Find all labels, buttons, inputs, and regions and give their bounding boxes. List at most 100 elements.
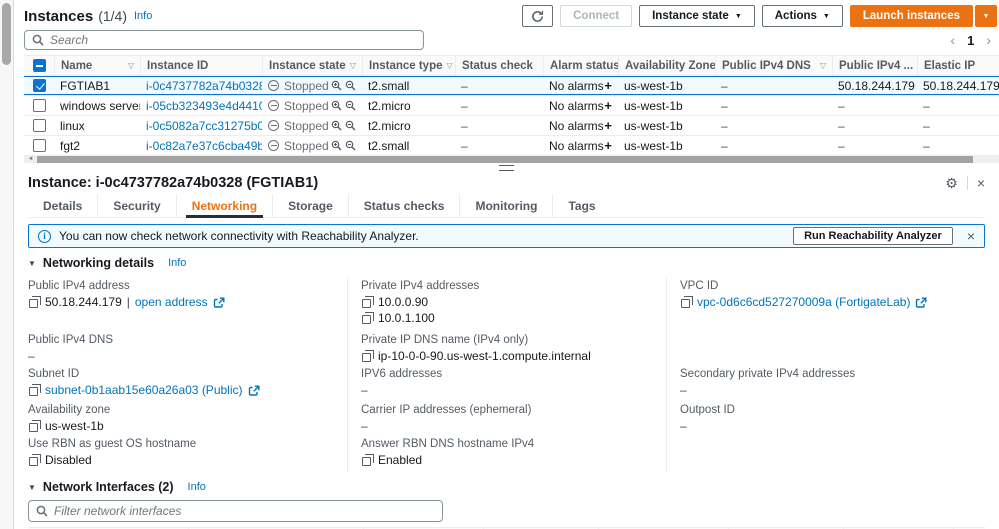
search-input[interactable]: [50, 33, 416, 47]
copy-icon[interactable]: [681, 299, 690, 308]
left-scrollbar[interactable]: [0, 0, 14, 529]
col-instance-id[interactable]: Instance ID: [140, 56, 262, 75]
public-ipv4: –: [832, 99, 917, 113]
instance-state-button[interactable]: Instance state ▼: [639, 5, 755, 27]
zoom-in-icon[interactable]: [331, 80, 342, 91]
field-carrier-ip-addresses: Carrier IP addresses (ephemeral) –: [347, 402, 666, 436]
sort-icon[interactable]: ▽: [816, 61, 826, 70]
actions-button[interactable]: Actions ▼: [762, 5, 843, 27]
instance-id-link[interactable]: i-0c5082a7cc31275b0: [146, 119, 262, 133]
info-link[interactable]: Info: [134, 10, 152, 22]
col-status-check[interactable]: Status check: [455, 56, 543, 75]
connect-button[interactable]: Connect: [560, 5, 632, 27]
col-public-ipv4-dns[interactable]: Public IPv4 DNS▽: [715, 56, 832, 75]
banner-text: You can now check network connectivity w…: [59, 229, 419, 243]
launch-instances-split-caret[interactable]: ▼: [975, 5, 997, 27]
zoom-in-icon[interactable]: [331, 100, 342, 111]
gear-icon[interactable]: ⚙: [945, 176, 958, 190]
next-page-icon[interactable]: ›: [986, 32, 991, 48]
zoom-out-icon[interactable]: [345, 80, 356, 91]
pagination: ‹ 1 ›: [950, 32, 991, 48]
sort-icon[interactable]: ▽: [443, 61, 453, 70]
copy-icon[interactable]: [362, 457, 371, 466]
table-row[interactable]: fgt2 i-0c82a7e37c6cba49b Stopped t2.smal…: [24, 136, 999, 156]
instance-detail-pane: Instance: i-0c4737782a74b0328 (FGTIAB1) …: [14, 172, 999, 529]
copy-icon[interactable]: [29, 457, 38, 466]
row-checkbox[interactable]: [33, 119, 46, 132]
subnet-link[interactable]: subnet-0b1aab15e60a26a03 (Public): [45, 383, 243, 398]
col-public-ipv4[interactable]: Public IPv4 ...▽: [832, 56, 917, 75]
open-address-link[interactable]: open address: [135, 295, 208, 310]
col-name[interactable]: Name▽: [54, 56, 140, 75]
hscroll-thumb[interactable]: [37, 156, 973, 163]
field-empty: [666, 436, 985, 472]
hscroll-left-arrow-icon[interactable]: ◄: [24, 156, 37, 163]
col-alarm-status[interactable]: Alarm status: [543, 56, 618, 75]
add-alarm-icon[interactable]: +: [604, 118, 612, 133]
left-scrollbar-thumb[interactable]: [2, 3, 11, 65]
horizontal-scrollbar[interactable]: ◄: [24, 156, 999, 163]
table-row[interactable]: windows server i-05cb323493e4d4410 Stopp…: [24, 96, 999, 116]
col-instance-type[interactable]: Instance type▽: [362, 56, 455, 75]
networking-details-header[interactable]: ▼ Networking details Info: [28, 256, 985, 270]
select-all-checkbox[interactable]: [33, 59, 46, 72]
col-elastic-ip[interactable]: Elastic IP: [917, 56, 999, 75]
page-title: Instances: [24, 8, 93, 25]
add-alarm-icon[interactable]: +: [604, 98, 612, 113]
instance-id-link[interactable]: i-05cb323493e4d4410: [146, 99, 262, 113]
collapse-icon[interactable]: ▼: [28, 483, 36, 492]
col-instance-state[interactable]: Instance state▽: [262, 56, 362, 75]
col-status-check-label: Status check: [462, 60, 533, 72]
copy-icon[interactable]: [29, 299, 38, 308]
banner-close-icon[interactable]: ×: [967, 229, 975, 243]
row-checkbox[interactable]: [33, 139, 46, 152]
copy-icon[interactable]: [362, 353, 371, 362]
zoom-in-icon[interactable]: [331, 140, 342, 151]
add-alarm-icon[interactable]: +: [604, 78, 612, 93]
col-availability-zone[interactable]: Availability Zone▽: [618, 56, 715, 75]
tab-tags[interactable]: Tags: [552, 194, 610, 217]
field-value: –: [361, 383, 656, 398]
launch-instances-button[interactable]: Launch instances: [850, 5, 973, 27]
stopped-icon: [268, 140, 279, 151]
tab-details[interactable]: Details: [28, 194, 97, 217]
tab-security[interactable]: Security: [97, 194, 175, 217]
network-interfaces-header[interactable]: ▼ Network Interfaces (2) Info: [28, 480, 985, 494]
filter-network-interfaces-input[interactable]: [54, 504, 435, 518]
copy-icon[interactable]: [362, 315, 371, 324]
tab-status-checks[interactable]: Status checks: [348, 194, 460, 217]
sort-icon[interactable]: ▽: [124, 61, 134, 70]
zoom-in-icon[interactable]: [331, 120, 342, 131]
refresh-button[interactable]: [522, 5, 553, 27]
copy-icon[interactable]: [29, 387, 38, 396]
collapse-icon[interactable]: ▼: [28, 259, 36, 268]
vpc-link[interactable]: vpc-0d6c6cd527270009a (FortigateLab): [697, 295, 910, 310]
zoom-out-icon[interactable]: [345, 140, 356, 151]
current-page[interactable]: 1: [967, 33, 974, 48]
close-icon[interactable]: ×: [977, 176, 985, 190]
zoom-out-icon[interactable]: [345, 100, 356, 111]
info-link[interactable]: Info: [188, 481, 206, 493]
sort-icon[interactable]: ▽: [346, 61, 356, 70]
tab-monitoring[interactable]: Monitoring: [459, 194, 552, 217]
field-label: VPC ID: [680, 280, 975, 292]
run-reachability-analyzer-button[interactable]: Run Reachability Analyzer: [793, 227, 953, 245]
pane-divider[interactable]: [14, 163, 999, 172]
prev-page-icon[interactable]: ‹: [950, 32, 955, 48]
row-checkbox[interactable]: [33, 79, 46, 92]
zoom-out-icon[interactable]: [345, 120, 356, 131]
info-link[interactable]: Info: [168, 257, 186, 269]
stopped-icon: [268, 80, 279, 91]
copy-icon[interactable]: [362, 299, 371, 308]
row-checkbox[interactable]: [33, 99, 46, 112]
table-row[interactable]: FGTIAB1 i-0c4737782a74b0328 Stopped t2.s…: [24, 76, 999, 96]
copy-icon[interactable]: [29, 423, 38, 432]
instance-id-link[interactable]: i-0c82a7e37c6cba49b: [146, 139, 262, 153]
add-alarm-icon[interactable]: +: [604, 138, 612, 153]
status-check: –: [455, 119, 543, 133]
drag-handle-icon[interactable]: [499, 165, 514, 171]
tab-storage[interactable]: Storage: [272, 194, 348, 217]
instance-id-link[interactable]: i-0c4737782a74b0328: [146, 79, 262, 93]
tab-networking[interactable]: Networking: [176, 194, 272, 217]
table-row[interactable]: linux i-0c5082a7cc31275b0 Stopped t2.mic…: [24, 116, 999, 136]
